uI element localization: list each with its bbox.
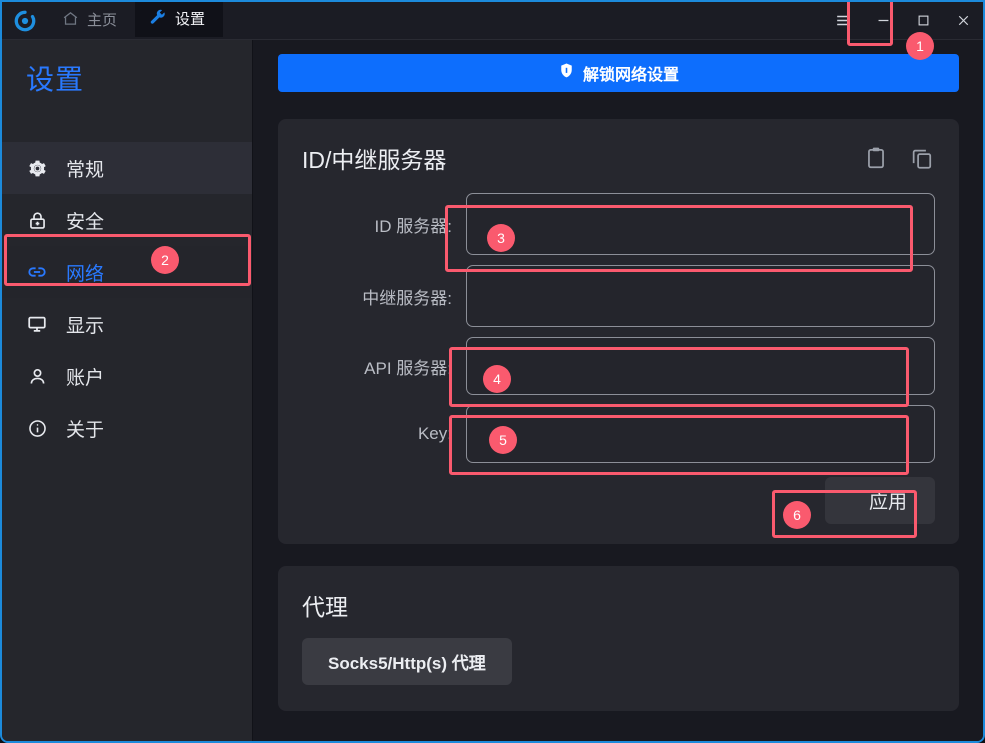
unlock-button-label: 解锁网络设置 — [582, 67, 679, 84]
lock-icon — [24, 210, 50, 231]
sidebar-item-network-label: 网络 — [66, 263, 105, 285]
sidebar-item-display-label: 显示 — [66, 315, 105, 337]
maximize-button[interactable] — [903, 2, 943, 40]
apply-row: 应用 — [302, 477, 935, 524]
rustdesk-logo — [2, 2, 48, 39]
card-action-buttons — [863, 145, 935, 171]
unlock-network-settings-button[interactable]: 解锁网络设置 — [278, 54, 959, 92]
sidebar-item-security[interactable]: 安全 — [2, 194, 252, 246]
sidebar-item-account[interactable]: 账户 — [2, 350, 252, 402]
key-input[interactable] — [466, 405, 935, 463]
shield-icon — [558, 62, 575, 84]
tab-settings[interactable]: 设置 — [135, 2, 224, 39]
id-server-input[interactable] — [466, 193, 935, 255]
link-icon — [24, 261, 50, 283]
title-bar: 主页 设置 — [2, 2, 983, 40]
info-icon — [24, 418, 50, 439]
tab-settings-label: 设置 — [175, 11, 206, 28]
socks5-http-proxy-button[interactable]: Socks5/Http(s) 代理 — [302, 638, 512, 685]
settings-sidebar: 设置 常规 安全 网络 显示 账户 关于 — [2, 40, 253, 741]
settings-main-panel: 解锁网络设置 ID/中继服务器 ID 服务器: 中继服务器: API 服务器: … — [253, 40, 983, 741]
app-window: 主页 设置 设置 常规 安全 网络 显示 账户 关于 解锁网络设置 ID/中继服… — [0, 0, 985, 743]
home-icon — [62, 10, 79, 31]
card-header: ID/中继服务器 — [302, 141, 935, 175]
sidebar-item-network[interactable]: 网络 — [2, 246, 252, 298]
sidebar-list: 常规 安全 网络 显示 账户 关于 — [2, 142, 252, 454]
sidebar-item-security-label: 安全 — [66, 211, 105, 233]
copy-icon[interactable] — [909, 145, 935, 171]
relay-server-label: 中继服务器: — [362, 288, 452, 308]
gear-icon — [24, 158, 50, 179]
window-body: 设置 常规 安全 网络 显示 账户 关于 解锁网络设置 ID/中继服务器 ID … — [2, 40, 983, 741]
sidebar-item-about-label: 关于 — [66, 419, 105, 441]
sidebar-item-account-label: 账户 — [66, 367, 105, 389]
sidebar-title: 设置 — [26, 64, 85, 95]
relay-server-input[interactable] — [466, 265, 935, 327]
apply-button[interactable]: 应用 — [824, 477, 935, 524]
titlebar-spacer — [223, 2, 823, 39]
person-icon — [24, 366, 50, 387]
close-button[interactable] — [943, 2, 983, 40]
form-row-api-server: API 服务器: — [302, 337, 935, 395]
window-controls — [823, 2, 983, 39]
sidebar-item-general[interactable]: 常规 — [2, 142, 252, 194]
id-relay-server-card: ID/中继服务器 ID 服务器: 中继服务器: API 服务器: Key: 应用 — [278, 119, 959, 544]
tab-home[interactable]: 主页 — [48, 2, 135, 39]
id-server-label: ID 服务器: — [374, 216, 452, 236]
server-form: ID 服务器: 中继服务器: API 服务器: Key: 应用 — [302, 193, 935, 524]
api-server-label: API 服务器: — [364, 358, 452, 378]
sidebar-item-general-label: 常规 — [66, 159, 105, 181]
wrench-icon — [149, 9, 167, 31]
proxy-card: 代理 Socks5/Http(s) 代理 — [278, 566, 959, 711]
form-row-relay-server: 中继服务器: — [302, 265, 935, 327]
sidebar-item-display[interactable]: 显示 — [2, 298, 252, 350]
form-row-id-server: ID 服务器: — [302, 193, 935, 255]
minimize-button[interactable] — [863, 2, 903, 40]
key-label: Key: — [417, 424, 452, 443]
monitor-icon — [24, 313, 50, 335]
clipboard-paste-icon[interactable] — [863, 145, 889, 171]
api-server-input[interactable] — [466, 337, 935, 395]
tab-home-label: 主页 — [87, 12, 118, 29]
hamburger-menu-button[interactable] — [823, 2, 863, 40]
proxy-card-title: 代理 — [302, 594, 348, 620]
sidebar-item-about[interactable]: 关于 — [2, 402, 252, 454]
form-row-key: Key: — [302, 405, 935, 463]
id-relay-card-title: ID/中继服务器 — [302, 147, 447, 173]
